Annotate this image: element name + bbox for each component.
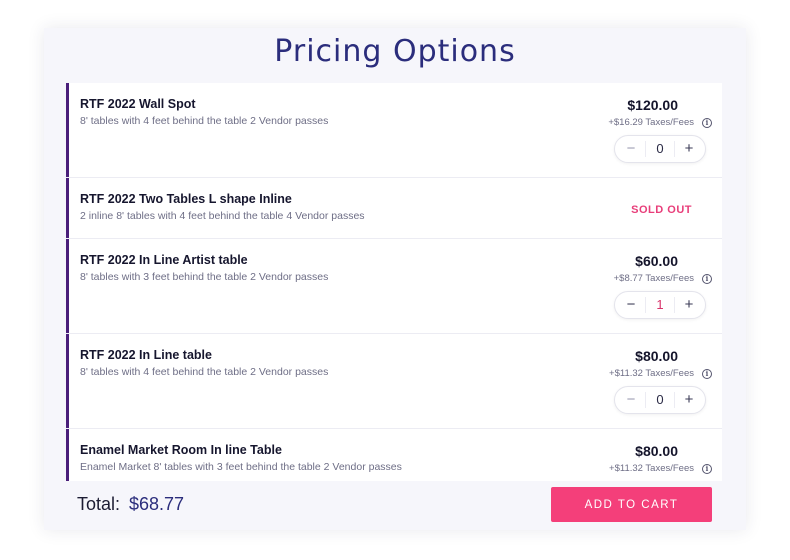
item-price: $80.00 xyxy=(635,348,678,364)
add-to-cart-button[interactable]: ADD TO CART xyxy=(551,487,712,522)
info-icon[interactable]: i xyxy=(702,464,712,474)
quantity-value: 1 xyxy=(656,297,664,312)
quantity-stepper: − 0 + xyxy=(614,386,706,414)
pricing-list[interactable]: RTF 2022 Wall Spot 8' tables with 4 feet… xyxy=(66,83,722,481)
item-fees: +$16.29 Taxes/Fees xyxy=(608,117,694,128)
item-name: RTF 2022 Wall Spot xyxy=(80,97,196,111)
item-description: 8' tables with 4 feet behind the table 2… xyxy=(80,366,329,378)
item-name: RTF 2022 Two Tables L shape Inline xyxy=(80,192,292,206)
pricing-item: Enamel Market Room In line Table Enamel … xyxy=(66,429,722,481)
info-icon[interactable]: i xyxy=(702,369,712,379)
info-icon[interactable]: i xyxy=(702,118,712,128)
pricing-panel: Pricing Options RTF 2022 Wall Spot 8' ta… xyxy=(44,28,746,530)
quantity-value: 0 xyxy=(656,392,664,407)
total-value: $68.77 xyxy=(129,494,185,514)
sold-out-badge: SOLD OUT xyxy=(631,204,692,216)
plus-icon[interactable]: + xyxy=(675,292,703,318)
plus-icon[interactable]: + xyxy=(675,387,703,413)
pricing-item: RTF 2022 In Line Artist table 8' tables … xyxy=(66,239,722,333)
quantity-value: 0 xyxy=(656,141,664,156)
item-name: RTF 2022 In Line table xyxy=(80,348,212,362)
item-price: $120.00 xyxy=(627,97,678,113)
minus-icon[interactable]: − xyxy=(617,292,645,318)
quantity-stepper: − 1 + xyxy=(614,291,706,319)
item-fees: +$11.32 Taxes/Fees xyxy=(609,463,694,474)
item-description: 8' tables with 3 feet behind the table 2… xyxy=(80,271,329,283)
page-title: Pricing Options xyxy=(274,34,516,69)
plus-icon[interactable]: + xyxy=(675,136,703,162)
item-price: $80.00 xyxy=(635,443,678,459)
minus-icon[interactable]: − xyxy=(617,136,645,162)
item-description: Enamel Market 8' tables with 3 feet behi… xyxy=(80,461,402,473)
cart-footer: Total: $68.77 ADD TO CART xyxy=(44,481,746,530)
minus-icon[interactable]: − xyxy=(617,387,645,413)
quantity-stepper: − 0 + xyxy=(614,135,706,163)
pricing-item: RTF 2022 Wall Spot 8' tables with 4 feet… xyxy=(66,83,722,177)
item-description: 2 inline 8' tables with 4 feet behind th… xyxy=(80,210,365,222)
item-description: 8' tables with 4 feet behind the table 2… xyxy=(80,115,329,127)
item-price: $60.00 xyxy=(635,253,678,269)
total-label: Total: xyxy=(77,494,121,514)
info-icon[interactable]: i xyxy=(702,274,712,284)
pricing-item: RTF 2022 In Line table 8' tables with 4 … xyxy=(66,334,722,428)
item-name: RTF 2022 In Line Artist table xyxy=(80,253,248,267)
item-name: Enamel Market Room In line Table xyxy=(80,443,282,457)
item-fees: +$8.77 Taxes/Fees xyxy=(613,273,694,284)
pricing-item: RTF 2022 Two Tables L shape Inline 2 inl… xyxy=(66,178,722,238)
item-fees: +$11.32 Taxes/Fees xyxy=(609,368,694,379)
